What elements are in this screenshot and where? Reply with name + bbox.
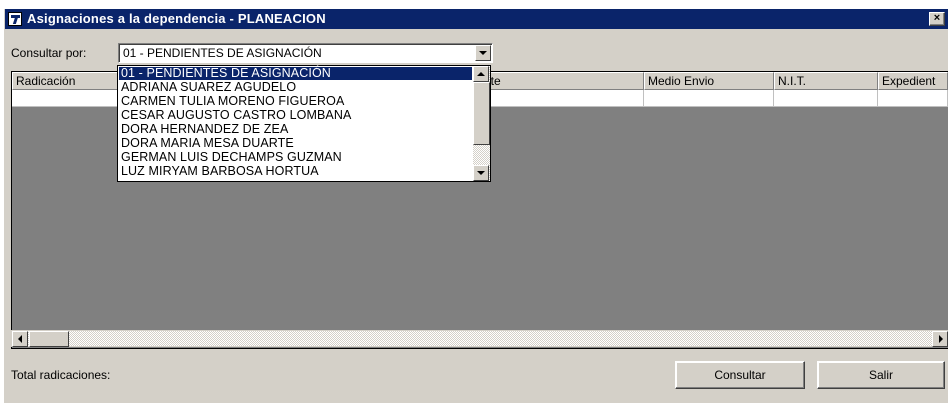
consultar-button[interactable]: Consultar bbox=[675, 361, 805, 389]
window-title: Asignaciones a la dependencia - PLANEACI… bbox=[27, 11, 326, 26]
column-header-tramite[interactable]: ite bbox=[484, 72, 644, 90]
consultar-por-label: Consultar por: bbox=[11, 46, 87, 60]
dropdown-scroll-thumb[interactable] bbox=[473, 82, 490, 145]
title-bar[interactable]: Asignaciones a la dependencia - PLANEACI… bbox=[5, 9, 948, 29]
scroll-down-icon bbox=[477, 171, 485, 175]
scroll-right-icon bbox=[939, 335, 943, 343]
horizontal-scroll-thumb[interactable] bbox=[29, 331, 69, 347]
dropdown-option[interactable]: DORA HERNANDEZ DE ZEA bbox=[119, 123, 472, 136]
dropdown-option[interactable]: ADRIANA SUAREZ AGUDELO bbox=[119, 81, 472, 94]
dropdown-option[interactable]: DORA MARIA MESA DUARTE bbox=[119, 137, 472, 150]
column-header-medio-envio[interactable]: Medio Envio bbox=[644, 72, 774, 90]
combobox-value: 01 - PENDIENTES DE ASIGNACIÓN bbox=[123, 46, 322, 60]
horizontal-scrollbar[interactable] bbox=[11, 330, 948, 347]
app-icon bbox=[8, 12, 22, 26]
scroll-right-button[interactable] bbox=[932, 331, 948, 347]
table-cell[interactable] bbox=[484, 90, 644, 107]
total-radicaciones-label: Total radicaciones: bbox=[11, 368, 111, 382]
dropdown-option[interactable]: CARMEN TULIA MORENO FIGUEROA bbox=[119, 95, 472, 108]
table-cell[interactable] bbox=[644, 90, 774, 107]
dropdown-option-selected[interactable]: 01 - PENDIENTES DE ASIGNACIÓN bbox=[119, 67, 472, 80]
dropdown-option[interactable]: GERMAN LUIS DECHAMPS GUZMAN bbox=[119, 151, 472, 164]
scroll-down-button[interactable] bbox=[473, 165, 489, 181]
combobox-dropdown-button[interactable] bbox=[475, 45, 491, 61]
scroll-up-button[interactable] bbox=[473, 66, 489, 82]
consultar-por-dropdown-list[interactable]: 01 - PENDIENTES DE ASIGNACIÓN ADRIANA SU… bbox=[117, 65, 491, 182]
scroll-left-icon bbox=[18, 335, 22, 343]
consultar-por-combobox[interactable]: 01 - PENDIENTES DE ASIGNACIÓN bbox=[118, 43, 493, 63]
scroll-left-button[interactable] bbox=[12, 331, 28, 347]
scroll-up-icon bbox=[477, 72, 485, 76]
column-header-nit[interactable]: N.I.T. bbox=[774, 72, 878, 90]
table-cell[interactable] bbox=[878, 90, 948, 107]
table-cell[interactable] bbox=[12, 90, 124, 107]
dropdown-option[interactable]: CESAR AUGUSTO CASTRO LOMBANA bbox=[119, 109, 472, 122]
salir-button[interactable]: Salir bbox=[817, 361, 945, 389]
dropdown-vertical-scrollbar[interactable] bbox=[473, 66, 490, 181]
chevron-down-icon bbox=[479, 51, 487, 55]
column-header-radicacion[interactable]: Radicación bbox=[12, 72, 124, 90]
dropdown-option[interactable]: LUZ MIRYAM BARBOSA HORTUA bbox=[119, 165, 472, 178]
table-cell[interactable] bbox=[774, 90, 878, 107]
column-header-expediente[interactable]: Expedient bbox=[878, 72, 948, 90]
close-icon[interactable]: × bbox=[929, 12, 945, 26]
